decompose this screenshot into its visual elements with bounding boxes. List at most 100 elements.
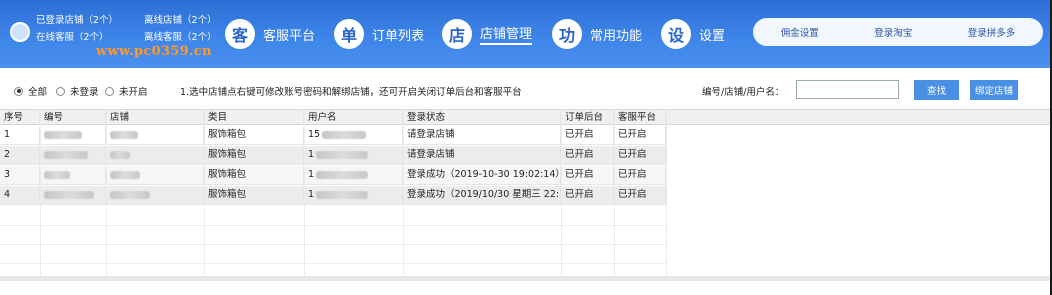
row-order-backend: 已开启 [561, 126, 614, 144]
radio-label: 未开启 [119, 87, 148, 98]
filter-bar: 全部 未登录 未开启 1.选中店铺点右键可修改账号密码和解绑店铺，还可开启关闭订… [0, 72, 1050, 106]
row-login-status: 请登录店铺 [403, 126, 561, 144]
row-login-status: 登录成功（2019-10-30 19:02:14） [403, 166, 561, 184]
col-id[interactable]: 编号 [40, 110, 106, 124]
row-order-backend: 已开启 [561, 166, 614, 184]
radio-label: 全部 [28, 87, 48, 98]
grid-line [204, 109, 205, 279]
username-prefix: 15 [308, 129, 321, 140]
function-icon: 功 [552, 19, 582, 49]
row-shop-redacted [106, 166, 204, 184]
row-id-redacted [40, 126, 106, 144]
shop-icon: 店 [442, 19, 472, 49]
col-category[interactable]: 类目 [204, 110, 304, 124]
radio-dot-checked [14, 86, 23, 96]
grid-line [0, 225, 666, 226]
grid-line [304, 109, 305, 279]
shop-table: 序号 编号 店铺 类目 用户名 登录状态 订单后台 客服平台 1 服饰箱包 15… [0, 109, 1050, 279]
grid-line [0, 244, 666, 245]
radio-not-logged-in[interactable]: 未登录 [56, 84, 99, 98]
row-index: 3 [0, 166, 40, 184]
shop-stats: 已登录店铺（2个） 离线店铺（2个） 在线客服（2个） 离线客服（2个） [14, 12, 249, 46]
col-order-backend[interactable]: 订单后台 [561, 110, 614, 124]
nav-label: 订单列表 [372, 28, 425, 44]
nav-label: 常用功能 [590, 28, 643, 44]
grid-line [614, 109, 615, 279]
row-username: 1 [304, 146, 403, 164]
usage-hint: 1.选中店铺点右键可修改账号密码和解绑店铺，还可开启关闭订单后台和客服平台 [180, 87, 522, 98]
nav-order-list[interactable]: 单 订单列表 [334, 17, 424, 51]
table-header: 序号 编号 店铺 类目 用户名 登录状态 订单后台 客服平台 [0, 109, 1050, 125]
row-service-platform: 已开启 [614, 146, 666, 164]
grid-line [666, 109, 667, 279]
top-header: 已登录店铺（2个） 离线店铺（2个） 在线客服（2个） 离线客服（2个） www… [0, 0, 1050, 68]
row-index: 2 [0, 146, 40, 164]
radio-dot [105, 86, 114, 96]
row-service-platform: 已开启 [614, 166, 666, 184]
col-login-status[interactable]: 登录状态 [403, 110, 561, 124]
username-prefix: 1 [308, 149, 315, 160]
row-username: 15 [304, 126, 403, 144]
radio-dot [56, 86, 65, 96]
settings-icon: 设 [661, 19, 691, 49]
row-shop-redacted [106, 126, 204, 144]
watermark: www.pc0359.cn [96, 44, 212, 59]
online-shops-count: 已登录店铺（2个） [36, 15, 119, 26]
grid-line [40, 109, 41, 279]
nav-settings[interactable]: 设 设置 [661, 17, 725, 51]
status-area [0, 281, 1050, 295]
row-service-platform: 已开启 [614, 126, 666, 144]
row-category: 服饰箱包 [204, 146, 304, 164]
row-login-status: 请登录店铺 [403, 146, 561, 164]
col-shop[interactable]: 店铺 [106, 110, 204, 124]
grid-line [0, 263, 666, 264]
nav-label: 店铺管理 [480, 23, 533, 45]
grid-line [106, 109, 107, 279]
table-row[interactable]: 1 服饰箱包 15 请登录店铺 已开启 已开启 [0, 126, 666, 145]
row-service-platform: 已开启 [614, 186, 666, 204]
table-row[interactable]: 2 服饰箱包 1 请登录店铺 已开启 已开启 [0, 146, 666, 165]
col-username[interactable]: 用户名 [304, 110, 403, 124]
table-row[interactable]: 4 服饰箱包 1 登录成功（2019/10/30 星期三 22:… 已开启 已开… [0, 186, 666, 205]
row-category: 服饰箱包 [204, 126, 304, 144]
col-service-platform[interactable]: 客服平台 [614, 110, 666, 124]
app-window: 已登录店铺（2个） 离线店铺（2个） 在线客服（2个） 离线客服（2个） www… [0, 0, 1050, 295]
grid-line [403, 109, 404, 279]
search-input[interactable] [796, 80, 899, 99]
radio-all[interactable]: 全部 [14, 84, 47, 98]
customer-service-icon: 客 [225, 19, 255, 49]
search-button[interactable]: 查找 [914, 80, 959, 100]
row-shop-redacted [106, 146, 204, 164]
login-taobao-button[interactable]: 登录淘宝 [874, 25, 912, 39]
row-id-redacted [40, 186, 106, 204]
col-index[interactable]: 序号 [0, 110, 40, 124]
row-category: 服饰箱包 [204, 186, 304, 204]
row-id-redacted [40, 166, 106, 184]
nav-customer-service[interactable]: 客 客服平台 [225, 17, 315, 51]
row-category: 服饰箱包 [204, 166, 304, 184]
bind-shop-button[interactable]: 绑定店铺 [970, 80, 1018, 100]
row-login-status: 登录成功（2019/10/30 星期三 22:… [403, 186, 561, 204]
row-order-backend: 已开启 [561, 186, 614, 204]
radio-not-enabled[interactable]: 未开启 [105, 84, 148, 98]
nav-label: 客服平台 [263, 28, 316, 44]
grid-line [561, 109, 562, 279]
row-order-backend: 已开启 [561, 146, 614, 164]
search-label: 编号/店铺/用户名： [702, 87, 785, 98]
row-index: 4 [0, 186, 40, 204]
table-row[interactable]: 3 服饰箱包 1 登录成功（2019-10-30 19:02:14） 已开启 已… [0, 166, 666, 185]
nav-common-functions[interactable]: 功 常用功能 [552, 17, 642, 51]
quick-actions-bar: 佣金设置 登录淘宝 登录拼多多 [753, 18, 1043, 46]
username-prefix: 1 [308, 169, 315, 180]
row-id-redacted [40, 146, 106, 164]
login-pinduoduo-button[interactable]: 登录拼多多 [968, 25, 1016, 39]
order-icon: 单 [334, 19, 364, 49]
commission-settings-button[interactable]: 佣金设置 [781, 25, 819, 39]
username-prefix: 1 [308, 189, 315, 200]
row-username: 1 [304, 186, 403, 204]
row-index: 1 [0, 126, 40, 144]
row-username: 1 [304, 166, 403, 184]
nav-shop-management[interactable]: 店 店铺管理 [442, 17, 533, 51]
radio-label: 未登录 [70, 87, 99, 98]
row-shop-redacted [106, 186, 204, 204]
